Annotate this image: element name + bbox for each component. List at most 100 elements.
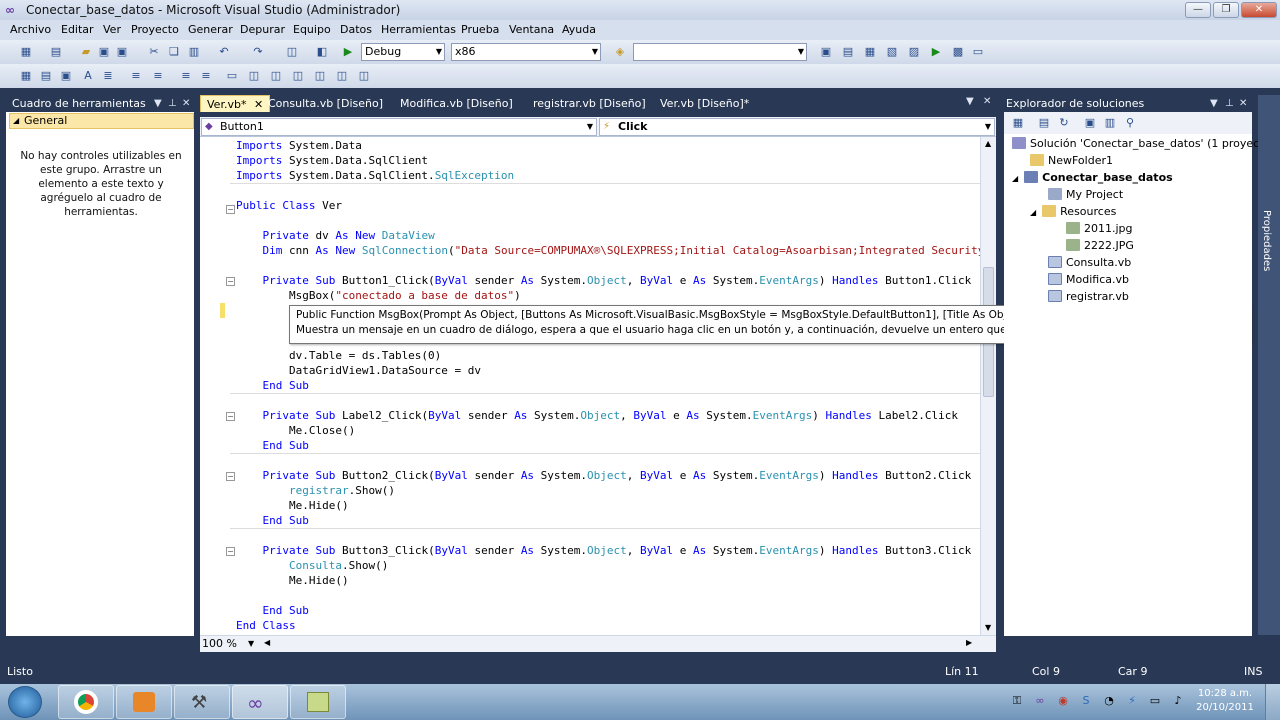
- code-line[interactable]: [236, 453, 980, 468]
- close-document-icon[interactable]: ✕: [983, 96, 991, 107]
- pin-icon[interactable]: ⊥: [1225, 95, 1234, 113]
- menu-equipo[interactable]: Equipo: [293, 23, 331, 36]
- tab-modifica-design[interactable]: Modifica.vb [Diseño]: [394, 95, 519, 112]
- code-line[interactable]: [236, 213, 980, 228]
- properties-icon[interactable]: ▦: [1010, 115, 1026, 131]
- menu-archivo[interactable]: Archivo: [10, 23, 51, 36]
- toolbox-icon[interactable]: ▧: [884, 44, 900, 60]
- method-combo[interactable]: ⚡ Click ▼: [599, 118, 995, 136]
- tree-item-consulta-vb[interactable]: Consulta.vb: [1048, 255, 1131, 271]
- menu-ayuda[interactable]: Ayuda: [562, 23, 596, 36]
- scroll-left-icon[interactable]: ◀: [264, 638, 270, 647]
- dropdown-icon[interactable]: ▼: [154, 95, 162, 113]
- save-icon[interactable]: ▣: [96, 44, 112, 60]
- solution-configuration-combo[interactable]: Debug ▼: [361, 43, 445, 61]
- menu-generar[interactable]: Generar: [188, 23, 233, 36]
- code-line[interactable]: dv.Table = ds.Tables(0): [236, 348, 980, 363]
- code-line[interactable]: End Sub: [236, 513, 980, 528]
- code-line[interactable]: End Class: [236, 618, 980, 633]
- view-designer-icon[interactable]: ▥: [1102, 115, 1118, 131]
- app-tray-icon[interactable]: ◉: [1056, 694, 1070, 708]
- collapse-icon[interactable]: −: [226, 472, 235, 481]
- uncomment-icon[interactable]: ≡: [198, 68, 214, 84]
- code-line[interactable]: Consulta.Show(): [236, 558, 980, 573]
- display-tray-icon[interactable]: ▭: [1148, 694, 1162, 708]
- extension-manager-icon[interactable]: ▩: [950, 44, 966, 60]
- previous-bookmark-icon[interactable]: ◫: [246, 68, 262, 84]
- redo-icon[interactable]: ↷: [250, 44, 266, 60]
- code-line[interactable]: End Sub: [236, 378, 980, 393]
- quick-info-icon[interactable]: ▣: [58, 68, 74, 84]
- skype-tray-icon[interactable]: S: [1079, 694, 1093, 708]
- code-line[interactable]: Me.Hide(): [236, 573, 980, 588]
- zoom-combo[interactable]: 100 % ▼: [202, 637, 258, 651]
- properties-side-tab[interactable]: Propiedades: [1258, 95, 1280, 635]
- menu-ver[interactable]: Ver: [103, 23, 121, 36]
- solution-platform-combo[interactable]: x86 ▼: [451, 43, 601, 61]
- tab-ver-vb[interactable]: Ver.vb* ✕: [200, 95, 271, 112]
- tree-item-my-project[interactable]: My Project: [1048, 187, 1123, 203]
- collapse-icon[interactable]: −: [226, 412, 235, 421]
- collapse-icon[interactable]: −: [226, 547, 235, 556]
- collapse-icon[interactable]: −: [226, 205, 235, 214]
- show-desktop-button[interactable]: [1265, 684, 1280, 720]
- bookmark-icon[interactable]: ▭: [224, 68, 240, 84]
- clock[interactable]: 10:28 a.m. 20/10/2011: [1195, 687, 1255, 715]
- vertical-scrollbar[interactable]: ▲ ▼: [980, 137, 996, 635]
- save-all-icon[interactable]: ▣: [114, 44, 130, 60]
- bookmark-window-icon[interactable]: ◫: [356, 68, 372, 84]
- code-line[interactable]: End Sub: [236, 438, 980, 453]
- increase-indent-icon[interactable]: ≡: [150, 68, 166, 84]
- next-bookmark-icon[interactable]: ◫: [268, 68, 284, 84]
- new-project-icon[interactable]: ▦: [18, 44, 34, 60]
- horizontal-scrollbar[interactable]: 100 % ▼ ◀ ▶: [200, 635, 996, 652]
- close-button[interactable]: ✕: [1241, 2, 1277, 18]
- add-item-icon[interactable]: ▤: [48, 44, 64, 60]
- close-icon[interactable]: ✕: [182, 95, 190, 113]
- code-editor[interactable]: − − − − − Imports System.Data Imports Sys…: [200, 137, 996, 635]
- network-tray-icon[interactable]: ⚿: [1010, 694, 1024, 708]
- code-line[interactable]: Imports System.Data: [236, 138, 980, 153]
- code-line[interactable]: MsgBox("conectado a base de datos"): [236, 288, 980, 303]
- menu-proyecto[interactable]: Proyecto: [131, 23, 179, 36]
- vs-tray-icon[interactable]: ∞: [1033, 694, 1047, 708]
- tools-taskbar-button[interactable]: ⚒: [174, 685, 230, 719]
- tree-item-solution[interactable]: Solución 'Conectar_base_datos' (1 proyec…: [1012, 136, 1275, 152]
- minimize-button[interactable]: —: [1185, 2, 1211, 18]
- code-line[interactable]: Private dv As New DataView: [236, 228, 980, 243]
- code-line[interactable]: Me.Close(): [236, 423, 980, 438]
- code-line[interactable]: Public Class Ver: [236, 198, 980, 213]
- refresh-icon[interactable]: ↻: [1056, 115, 1072, 131]
- scroll-up-icon[interactable]: ▲: [985, 139, 991, 148]
- command-window-icon[interactable]: ▭: [970, 44, 986, 60]
- menu-herramientas[interactable]: Herramientas: [381, 23, 456, 36]
- security-tray-icon[interactable]: ⚡: [1125, 694, 1139, 708]
- menu-ventana[interactable]: Ventana: [509, 23, 554, 36]
- scroll-down-icon[interactable]: ▼: [985, 623, 991, 632]
- properties-window-icon[interactable]: ▤: [840, 44, 856, 60]
- tab-ver-design[interactable]: Ver.vb [Diseño]*: [654, 95, 755, 112]
- tab-consulta-design[interactable]: Consulta.vb [Diseño]: [262, 95, 389, 112]
- tree-item-project[interactable]: ◢ Conectar_base_datos: [1012, 170, 1173, 186]
- chrome-taskbar-button[interactable]: [58, 685, 114, 719]
- visual-studio-taskbar-button[interactable]: ∞: [232, 685, 288, 719]
- paste-icon[interactable]: ▥: [186, 44, 202, 60]
- tree-item-2222-jpg[interactable]: 2222.JPG: [1066, 238, 1134, 254]
- code-line[interactable]: registrar.Show(): [236, 483, 980, 498]
- start-debugging-icon[interactable]: ▶: [340, 44, 356, 60]
- comment-out-icon[interactable]: ≡: [178, 68, 194, 84]
- find-combo[interactable]: ▼: [633, 43, 807, 61]
- clock-tray-icon[interactable]: ◔: [1102, 694, 1116, 708]
- parameter-info-icon[interactable]: ▤: [38, 68, 54, 84]
- tree-item-registrar-vb[interactable]: registrar.vb: [1048, 289, 1129, 305]
- complete-word-icon[interactable]: A: [80, 68, 96, 84]
- indent-icon[interactable]: ≣: [100, 68, 116, 84]
- tree-item-2011-jpg[interactable]: 2011.jpg: [1066, 221, 1133, 237]
- copy-icon[interactable]: ❏: [166, 44, 182, 60]
- code-line[interactable]: [236, 393, 980, 408]
- notes-taskbar-button[interactable]: [290, 685, 346, 719]
- media-taskbar-button[interactable]: [116, 685, 172, 719]
- code-line[interactable]: Private Sub Button3_Click(ByVal sender A…: [236, 543, 980, 558]
- code-line[interactable]: Private Sub Button1_Click(ByVal sender A…: [236, 273, 980, 288]
- team-explorer-icon[interactable]: ▨: [906, 44, 922, 60]
